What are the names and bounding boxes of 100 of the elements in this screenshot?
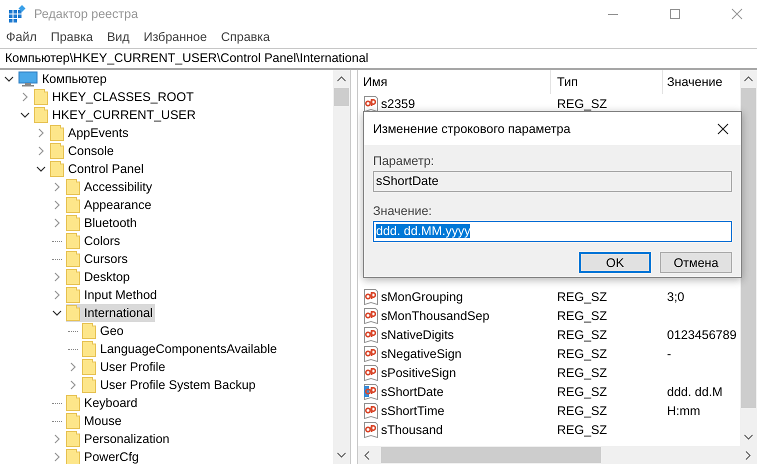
- tree-item[interactable]: Accessibility: [66, 178, 154, 196]
- tree-item[interactable]: Cursors: [66, 250, 130, 268]
- folder-icon: [82, 359, 96, 375]
- column-header[interactable]: Значение: [663, 70, 740, 94]
- collapse-chevron-icon[interactable]: [36, 164, 46, 174]
- expand-chevron-icon[interactable]: [52, 290, 62, 300]
- value-name: sNativeDigits: [381, 328, 454, 342]
- tree-item[interactable]: HKEY_CURRENT_USER: [34, 106, 198, 124]
- tree-item[interactable]: User Profile: [82, 358, 168, 376]
- tree-item[interactable]: Colors: [66, 232, 122, 250]
- tree-item[interactable]: Console: [50, 142, 116, 160]
- scroll-right-icon[interactable]: [745, 450, 751, 460]
- scroll-down-icon[interactable]: [337, 452, 346, 458]
- value-type: REG_SZ: [556, 404, 608, 418]
- scrollbar-thumb[interactable]: [381, 447, 601, 463]
- value-name: sNegativeSign: [381, 346, 462, 360]
- vertical-scrollbar[interactable]: [333, 70, 350, 464]
- expand-chevron-icon[interactable]: [68, 362, 78, 372]
- value-type: REG_SZ: [556, 96, 608, 110]
- registry-editor-icon: [8, 5, 26, 23]
- tree-item[interactable]: Personalization: [66, 430, 172, 448]
- tree-item[interactable]: LanguageComponentsAvailable: [82, 340, 279, 358]
- cancel-button[interactable]: Отмена: [660, 252, 732, 273]
- expand-chevron-icon[interactable]: [52, 272, 62, 282]
- value-data: 3;0: [666, 290, 686, 304]
- value-input-field[interactable]: ddd. dd.MM.yyyy: [373, 221, 732, 242]
- folder-icon: [82, 341, 96, 357]
- close-icon[interactable]: [717, 122, 729, 134]
- folder-icon: [66, 179, 80, 195]
- tree-item[interactable]: Geo: [82, 322, 126, 340]
- menu-item[interactable]: Справка: [220, 30, 270, 44]
- vertical-scrollbar[interactable]: [740, 70, 757, 446]
- scroll-left-icon[interactable]: [364, 450, 370, 460]
- tree-item[interactable]: International: [66, 304, 155, 322]
- expand-chevron-icon[interactable]: [52, 218, 62, 228]
- value-data: 0123456789: [666, 328, 738, 342]
- value-data: -: [666, 346, 672, 360]
- scroll-up-icon[interactable]: [744, 76, 753, 82]
- tree-item[interactable]: Appearance: [66, 196, 154, 214]
- address-bar[interactable]: Компьютер\HKEY_CURRENT_USER\Control Panel\International: [0, 48, 757, 70]
- folder-icon: [66, 233, 80, 249]
- tree-item[interactable]: User Profile System Backup: [82, 376, 258, 394]
- dialog-title: Изменение строкового параметра: [373, 122, 570, 136]
- menu-item[interactable]: Правка: [50, 30, 93, 44]
- scroll-down-icon[interactable]: [744, 434, 753, 440]
- menu-item[interactable]: Файл: [6, 30, 37, 44]
- folder-icon: [66, 305, 80, 321]
- tree-item[interactable]: PowerCfg: [66, 448, 141, 464]
- tree-item[interactable]: AppEvents: [50, 124, 130, 142]
- value-name: s2359: [381, 96, 416, 110]
- folder-icon: [34, 89, 48, 105]
- folder-icon: [66, 431, 80, 447]
- scroll-up-icon[interactable]: [337, 76, 346, 82]
- folder-icon: [66, 395, 80, 411]
- expand-chevron-icon[interactable]: [68, 380, 78, 390]
- expand-chevron-icon[interactable]: [20, 92, 30, 102]
- computer-icon: [18, 71, 38, 87]
- folder-icon: [66, 215, 80, 231]
- collapse-chevron-icon[interactable]: [20, 110, 30, 120]
- tree-item[interactable]: Control Panel: [50, 160, 146, 178]
- folder-icon: [66, 269, 80, 285]
- value-data: ddd. dd.M: [666, 384, 724, 398]
- ok-button[interactable]: OK: [579, 252, 651, 273]
- folder-icon: [66, 251, 80, 267]
- name-field: sShortDate: [373, 171, 732, 192]
- value-name: sMonThousandSep: [381, 308, 490, 322]
- expand-chevron-icon[interactable]: [36, 128, 46, 138]
- folder-icon: [66, 197, 80, 213]
- scrollbar-thumb[interactable]: [741, 88, 756, 408]
- value-type: REG_SZ: [556, 290, 608, 304]
- tree-item[interactable]: Mouse: [66, 412, 124, 430]
- collapse-chevron-icon[interactable]: [4, 74, 14, 84]
- expand-chevron-icon[interactable]: [52, 200, 62, 210]
- window-title: Редактор реестра: [34, 7, 138, 21]
- tree-item[interactable]: Keyboard: [66, 394, 140, 412]
- column-header[interactable]: Тип: [551, 70, 663, 94]
- menu-item[interactable]: Вид: [106, 30, 130, 44]
- menu-item[interactable]: Избранное: [144, 30, 207, 44]
- folder-icon: [82, 377, 96, 393]
- expand-chevron-icon[interactable]: [36, 146, 46, 156]
- folder-icon: [50, 125, 64, 141]
- expand-chevron-icon[interactable]: [52, 434, 62, 444]
- folder-icon: [50, 161, 64, 177]
- horizontal-scrollbar[interactable]: [358, 446, 757, 464]
- expand-chevron-icon[interactable]: [52, 182, 62, 192]
- value-type: REG_SZ: [556, 346, 608, 360]
- scrollbar-thumb[interactable]: [334, 88, 349, 106]
- value-type: REG_SZ: [556, 422, 608, 436]
- tree-item[interactable]: HKEY_CLASSES_ROOT: [34, 88, 196, 106]
- tree-item[interactable]: Bluetooth: [66, 214, 139, 232]
- folder-icon: [66, 287, 80, 303]
- tree-item[interactable]: Input Method: [66, 286, 159, 304]
- tree-item[interactable]: Компьютер: [18, 70, 109, 88]
- collapse-chevron-icon[interactable]: [52, 308, 62, 318]
- column-header[interactable]: Имя: [358, 70, 551, 94]
- maximize-icon[interactable]: [669, 8, 681, 20]
- expand-chevron-icon[interactable]: [52, 452, 62, 462]
- folder-icon: [82, 323, 96, 339]
- tree-item[interactable]: Desktop: [66, 268, 132, 286]
- value-name: sThousand: [381, 422, 443, 436]
